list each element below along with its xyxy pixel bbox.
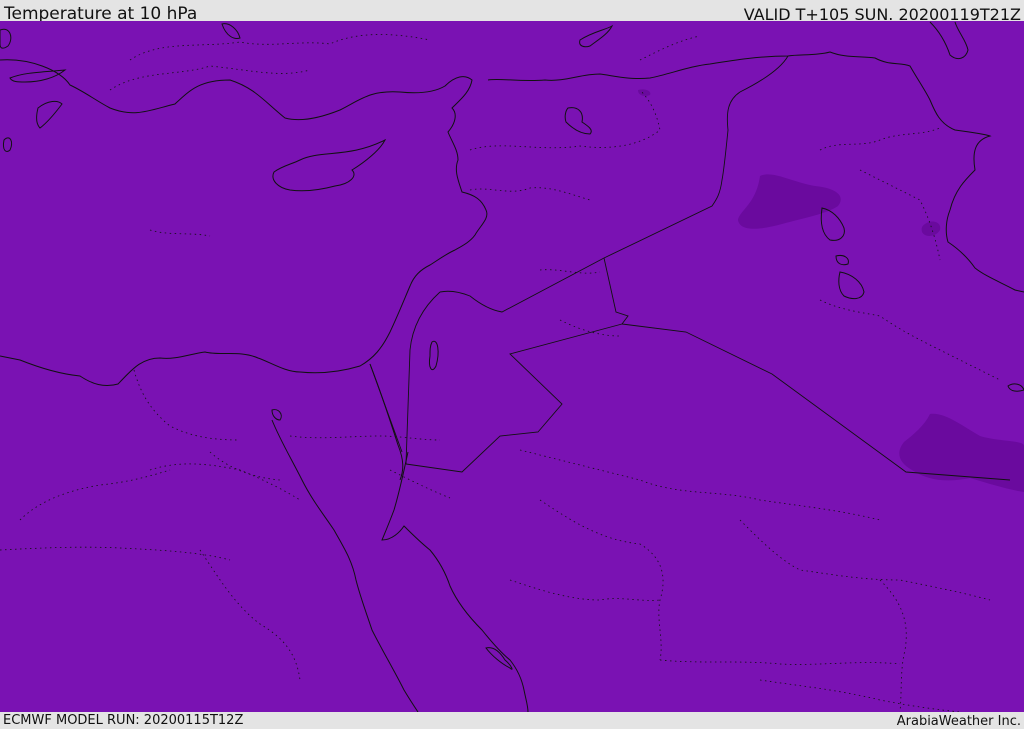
model-run-label: ECMWF MODEL RUN: 20200115T12Z (3, 713, 244, 728)
header-bar: Temperature at 10 hPa VALID T+105 SUN. 2… (0, 0, 1024, 24)
map-canvas (0, 21, 1024, 712)
footer-bar: ECMWF MODEL RUN: 20200115T12Z ArabiaWeat… (0, 712, 1024, 729)
weather-map[interactable] (0, 21, 1024, 712)
credit-label: ArabiaWeather Inc. (896, 714, 1021, 729)
temperature-field (0, 21, 1024, 712)
